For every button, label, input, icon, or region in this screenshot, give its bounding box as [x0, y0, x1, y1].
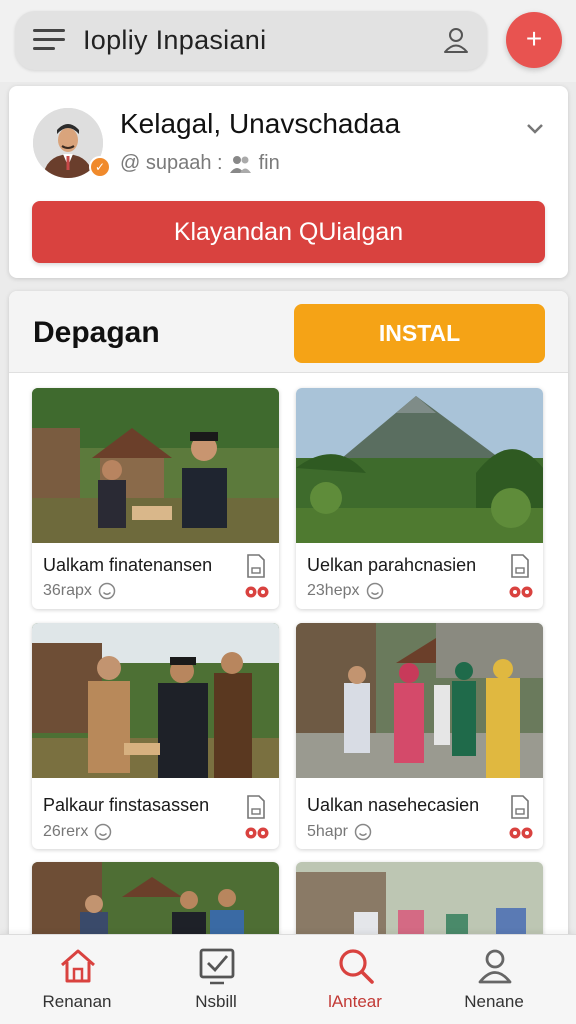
document-icon[interactable]: [246, 795, 266, 819]
card-image[interactable]: [296, 623, 543, 778]
smile-icon: [366, 582, 383, 600]
search-icon: [339, 949, 374, 984]
card-image[interactable]: [296, 388, 543, 543]
feed-card[interactable]: Ualkan nasehecasien 5hapr: [296, 623, 543, 849]
verified-badge-icon: ✓: [89, 156, 111, 178]
user-icon[interactable]: [441, 25, 471, 55]
bottom-nav: Renanan Nsbill lAntear Nenane: [0, 934, 576, 1024]
feed-card[interactable]: Palkaur finstasassen 26rerx: [32, 623, 279, 849]
card-time: 23hepx: [307, 582, 360, 599]
feed-panel: Depagan INSTAL Ualkam finatenansen 36rap…: [9, 291, 568, 1024]
chevron-down-icon[interactable]: [526, 118, 544, 141]
search-text[interactable]: Iopliy Inpasiani: [83, 25, 266, 56]
check-square-icon: [199, 948, 235, 985]
document-icon[interactable]: [246, 554, 266, 578]
document-icon[interactable]: [510, 795, 530, 819]
nav-label: Nenane: [464, 992, 524, 1011]
card-image[interactable]: [32, 388, 279, 543]
profile-handle: @ supaah :: [120, 152, 223, 174]
card-time: 36rapx: [43, 582, 92, 599]
card-title: Ualkam finatenansen: [43, 555, 213, 575]
card-image[interactable]: [32, 623, 279, 778]
primary-action-button[interactable]: Klayandan QUialgan: [32, 201, 545, 263]
document-icon[interactable]: [510, 554, 530, 578]
card-meta: 36rapx: [43, 582, 116, 600]
record-icon: [245, 586, 269, 598]
card-meta: 26rerx: [43, 823, 112, 841]
card-time: 26rerx: [43, 823, 89, 840]
feed-card[interactable]: Ualkam finatenansen 36rapx: [32, 388, 279, 609]
add-button[interactable]: +: [506, 12, 562, 68]
nav-item-search[interactable]: lAntear: [283, 935, 427, 1024]
card-meta: 23hepx: [307, 582, 384, 600]
card-time: 5hapr: [307, 823, 348, 840]
home-icon: [61, 949, 95, 983]
profile-followers: fin: [258, 152, 280, 174]
menu-icon[interactable]: [33, 29, 65, 53]
search-bar[interactable]: Iopliy Inpasiani: [15, 11, 487, 70]
install-button[interactable]: INSTAL: [294, 304, 545, 363]
nav-label: Renanan: [42, 992, 112, 1011]
nav-item-home[interactable]: Renanan: [5, 935, 149, 1024]
card-meta: 5hapr: [307, 823, 372, 841]
smile-icon: [354, 823, 372, 841]
record-icon: [509, 827, 533, 839]
feed-card[interactable]: Uelkan parahcnasien 23hepx: [296, 388, 543, 609]
card-title: Palkaur finstasassen: [43, 795, 210, 815]
smile-icon: [98, 582, 116, 600]
nav-label: Nsbill: [195, 992, 237, 1011]
feed-header: Depagan INSTAL: [9, 291, 568, 373]
feed-title: Depagan: [33, 316, 160, 349]
card-title: Ualkan nasehecasien: [307, 795, 480, 815]
profile-card: ✓ Kelagal, Unavschadaa @ supaah : fin Kl…: [9, 86, 568, 278]
user-icon: [478, 949, 512, 984]
record-icon: [245, 827, 269, 839]
profile-name: Kelagal, Unavschadaa: [120, 108, 401, 139]
nav-label: lAntear: [328, 992, 382, 1011]
nav-item-profile[interactable]: Nenane: [422, 935, 566, 1024]
people-icon: [229, 155, 251, 173]
card-title: Uelkan parahcnasien: [307, 555, 477, 575]
smile-icon: [95, 823, 112, 841]
nav-item-tasks[interactable]: Nsbill: [144, 935, 288, 1024]
top-bar: Iopliy Inpasiani +: [0, 0, 576, 82]
record-icon: [509, 586, 533, 598]
profile-meta: @ supaah : fin: [120, 152, 280, 175]
